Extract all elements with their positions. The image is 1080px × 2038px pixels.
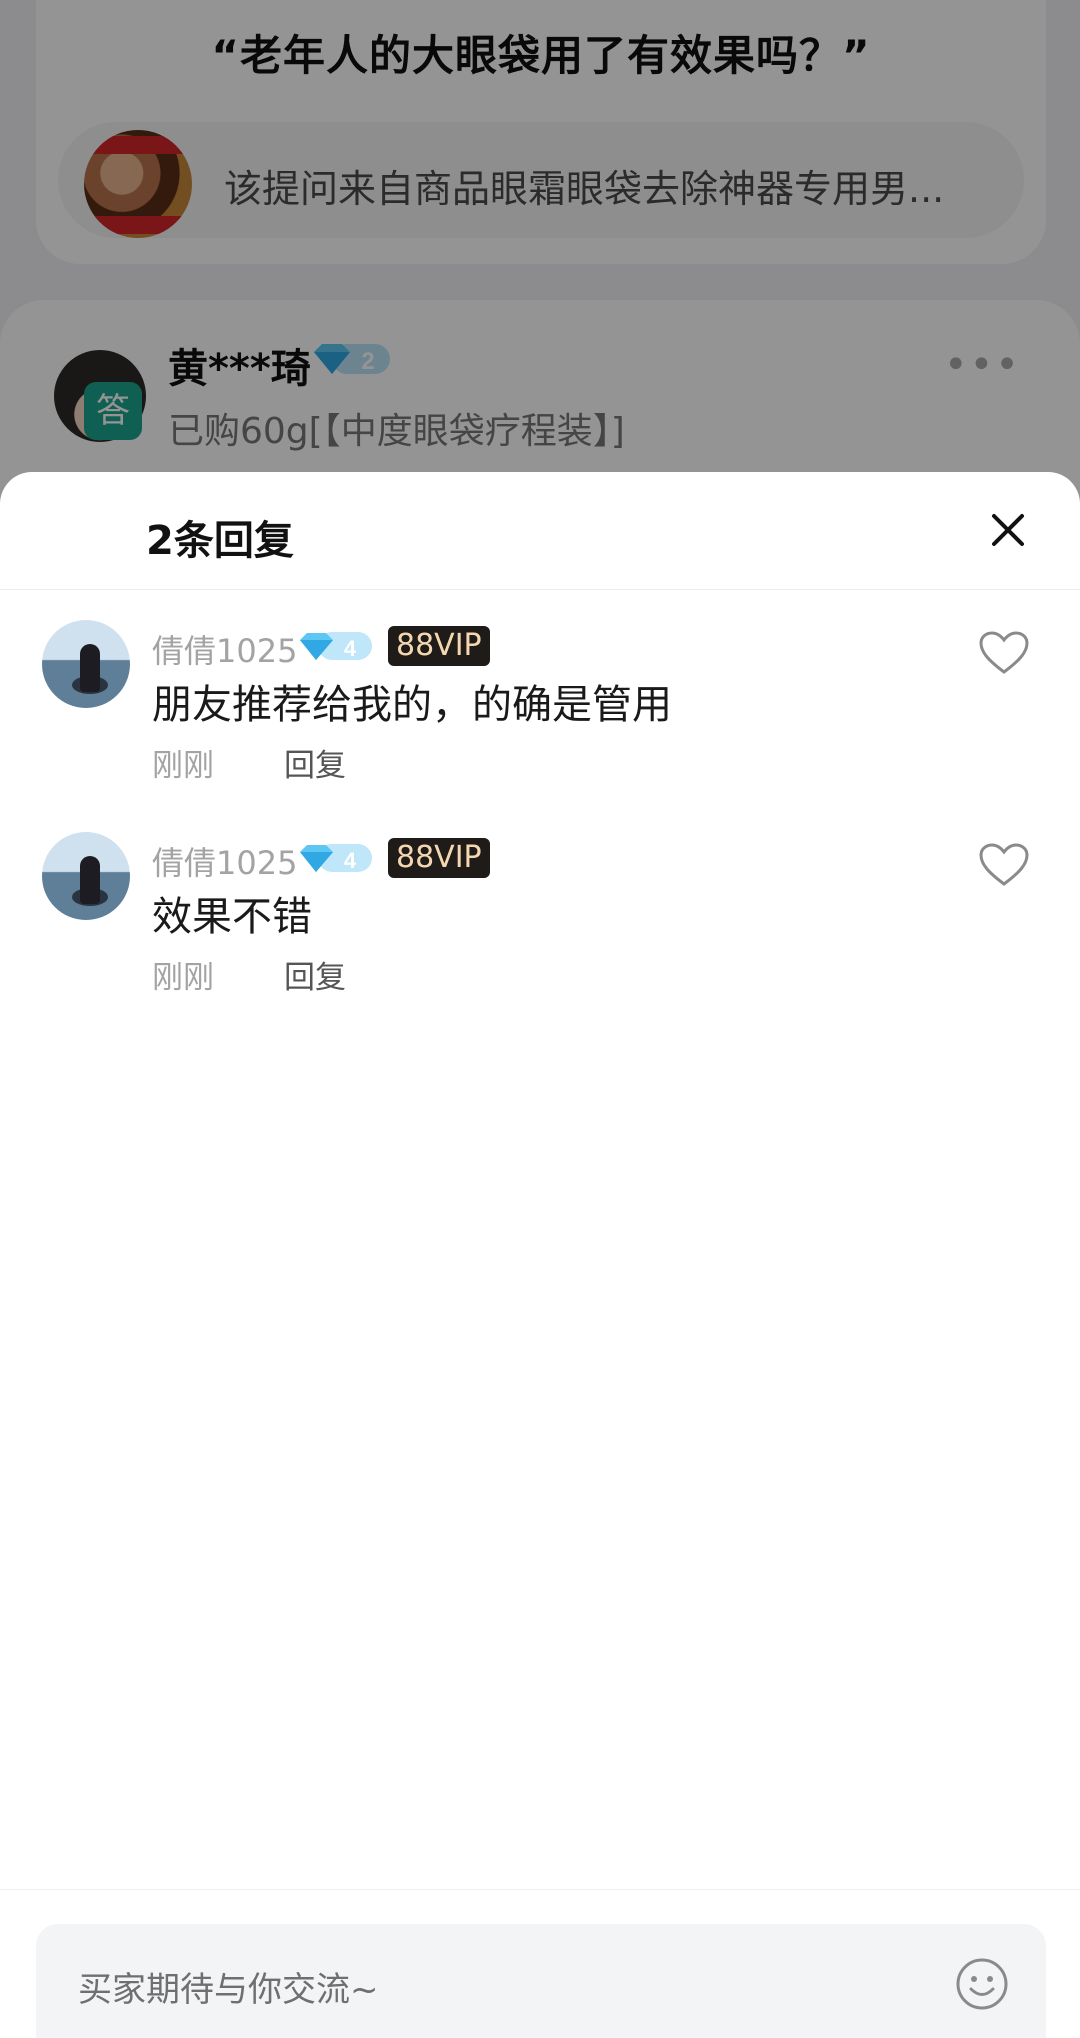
reply-time: 刚刚 xyxy=(152,960,214,996)
reply-button[interactable]: 回复 xyxy=(284,740,346,785)
reply-button[interactable]: 回复 xyxy=(284,952,346,997)
sheet-title: 2条回复 xyxy=(146,518,294,564)
comment-footer: 买家期待与你交流~ xyxy=(0,1889,1080,2038)
reply-level-number: 4 xyxy=(344,636,357,661)
reply-text: 朋友推荐给我的，的确是管用 xyxy=(152,682,672,728)
avatar[interactable] xyxy=(42,832,130,920)
reply-item: 倩倩1025 4 88VIP 朋友推荐给我的，的确是管用 刚刚 回复 xyxy=(0,620,1080,800)
avatar[interactable] xyxy=(42,620,130,708)
close-icon[interactable] xyxy=(986,508,1030,552)
vip-badge: 88VIP xyxy=(388,838,490,878)
reply-username[interactable]: 倩倩1025 xyxy=(152,838,297,884)
heart-icon[interactable] xyxy=(978,842,1030,888)
reply-item: 倩倩1025 4 88VIP 效果不错 刚刚 回复 xyxy=(0,832,1080,1012)
sheet-header: 2条回复 xyxy=(0,472,1080,590)
comment-input[interactable]: 买家期待与你交流~ xyxy=(36,1924,1046,2038)
replies-sheet: 2条回复 倩倩1025 4 88VIP 朋友推荐给我的，的确是管用 刚刚 回复 … xyxy=(0,472,1080,2038)
diamond-level-badge: 4 xyxy=(300,632,372,661)
reply-username[interactable]: 倩倩1025 xyxy=(152,626,297,672)
vip-badge: 88VIP xyxy=(388,626,490,666)
reply-time: 刚刚 xyxy=(152,748,214,784)
diamond-level-badge: 4 xyxy=(300,844,372,873)
reply-text: 效果不错 xyxy=(152,894,312,940)
heart-icon[interactable] xyxy=(978,630,1030,676)
smile-emoji-icon[interactable] xyxy=(954,1956,1010,2012)
comment-placeholder: 买家期待与你交流~ xyxy=(78,1970,379,2010)
reply-level-number: 4 xyxy=(344,848,357,873)
